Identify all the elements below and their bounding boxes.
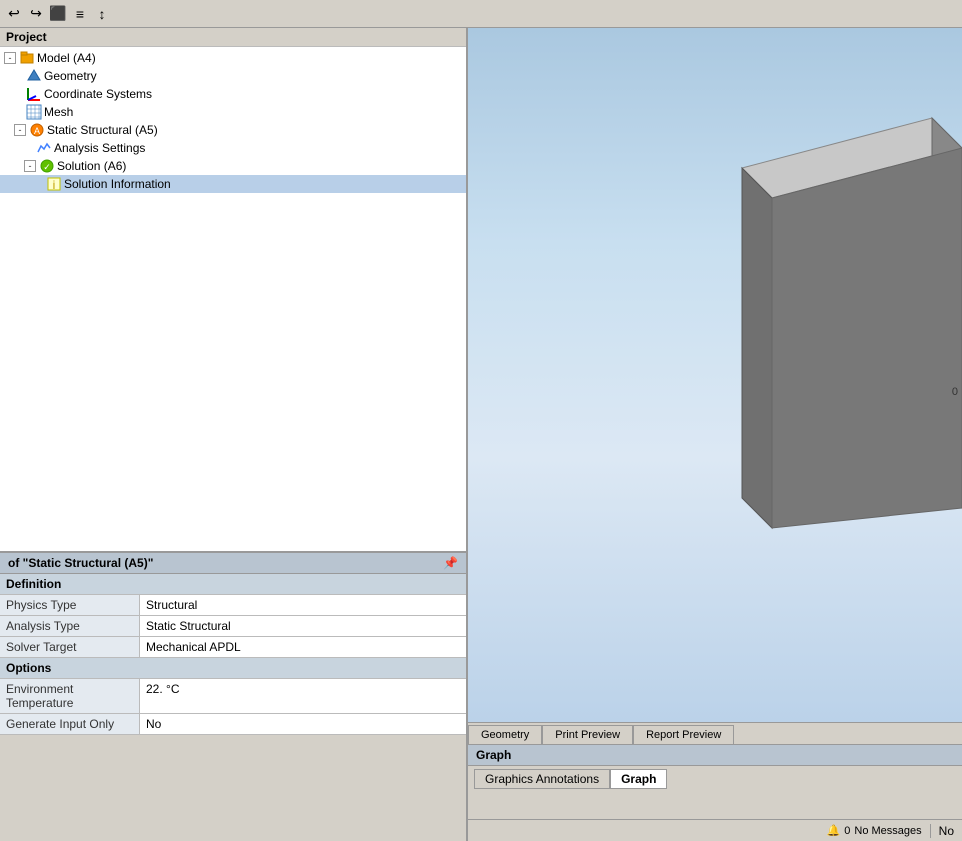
mesh-label: Mesh <box>44 105 73 119</box>
status-bar: 🔔 0 No Messages No <box>468 819 962 841</box>
prop-key-generate-input: Generate Input Only <box>0 714 140 734</box>
tree-item-static-structural[interactable]: - A Static Structural (A5) <box>0 121 466 139</box>
model-label: Model (A4) <box>37 51 96 65</box>
toolbar-icon-3[interactable]: ⬛ <box>48 4 68 24</box>
viewport-tabs: Geometry Print Preview Report Preview <box>468 722 962 744</box>
prop-key-env-temp: Environment Temperature <box>0 679 140 713</box>
prop-row-generate-input: Generate Input Only No <box>0 714 466 735</box>
tab-report-preview[interactable]: Report Preview <box>633 725 734 744</box>
tree-item-solution[interactable]: - ✓ Solution (A6) <box>0 157 466 175</box>
mesh-icon <box>26 104 42 120</box>
prop-val-physics-type: Structural <box>140 595 466 615</box>
toolbar-icon-4[interactable]: ≡ <box>70 4 90 24</box>
messages-label: No Messages <box>854 825 921 837</box>
solution-label: Solution (A6) <box>57 159 126 173</box>
prop-section-options: Options <box>0 658 466 679</box>
3d-viewport[interactable]: 0 Geometry Print Preview Report Preview <box>468 28 962 744</box>
tab-geometry[interactable]: Geometry <box>468 725 542 744</box>
solution-info-icon: i <box>46 176 62 192</box>
prop-val-env-temp: 22. °C <box>140 679 466 713</box>
project-label: Project <box>0 28 466 47</box>
tab-graphics-annotations[interactable]: Graphics Annotations <box>474 769 610 789</box>
prop-val-analysis-type: Static Structural <box>140 616 466 636</box>
tab-print-preview[interactable]: Print Preview <box>542 725 633 744</box>
tree-item-coordinate-systems[interactable]: Coordinate Systems <box>0 85 466 103</box>
prop-section-definition: Definition <box>0 574 466 595</box>
graph-tabs: Graphics Annotations Graph <box>468 766 962 792</box>
svg-text:✓: ✓ <box>43 162 51 172</box>
svg-text:i: i <box>53 178 56 192</box>
model-icon <box>19 50 35 66</box>
prop-key-physics-type: Physics Type <box>0 595 140 615</box>
tree-item-model[interactable]: - Model (A4) <box>0 49 466 67</box>
properties-title-text: of "Static Structural (A5)" <box>8 556 153 570</box>
left-panel: Project - Model (A4) <box>0 28 468 841</box>
prop-row-physics-type: Physics Type Structural <box>0 595 466 616</box>
status-right-label: No <box>939 824 954 838</box>
prop-row-solver-target: Solver Target Mechanical APDL <box>0 637 466 658</box>
prop-row-env-temp: Environment Temperature 22. °C <box>0 679 466 714</box>
svg-text:A: A <box>34 126 40 136</box>
content-area: Project - Model (A4) <box>0 28 962 841</box>
pin-icon[interactable]: 📌 <box>443 556 458 570</box>
coord-indicator: 0 <box>952 386 958 398</box>
solution-information-label: Solution Information <box>64 177 171 191</box>
prop-val-solver-target: Mechanical APDL <box>140 637 466 657</box>
toolbar-icon-5[interactable]: ↕ <box>92 4 112 24</box>
geometry-icon <box>26 68 42 84</box>
geometry-label: Geometry <box>44 69 97 83</box>
expand-model[interactable]: - <box>4 52 16 64</box>
properties-content: Definition Physics Type Structural Analy… <box>0 574 466 735</box>
static-structural-label: Static Structural (A5) <box>47 123 158 137</box>
coordinate-label: Coordinate Systems <box>44 87 152 101</box>
main-container: ↩ ↪ ⬛ ≡ ↕ Project - Model (A4) <box>0 0 962 841</box>
toolbar-icon-1[interactable]: ↩ <box>4 4 24 24</box>
properties-panel: of "Static Structural (A5)" 📌 Definition… <box>0 551 466 841</box>
bell-icon: 🔔 <box>827 824 841 837</box>
prop-key-analysis-type: Analysis Type <box>0 616 140 636</box>
prop-key-solver-target: Solver Target <box>0 637 140 657</box>
tree-item-solution-information[interactable]: i Solution Information <box>0 175 466 193</box>
graph-title: Graph <box>468 745 962 766</box>
analysis-settings-icon <box>36 140 52 156</box>
properties-title: of "Static Structural (A5)" 📌 <box>0 553 466 574</box>
analysis-settings-label: Analysis Settings <box>54 141 145 155</box>
toolbar-icon-2[interactable]: ↪ <box>26 4 46 24</box>
messages-count: 0 <box>844 825 850 837</box>
tree-view: - Model (A4) Geometry <box>0 47 466 551</box>
status-right: 🔔 0 No Messages No <box>819 824 962 838</box>
expand-solution[interactable]: - <box>24 160 36 172</box>
toolbar: ↩ ↪ ⬛ ≡ ↕ <box>0 0 962 28</box>
tab-graph[interactable]: Graph <box>610 769 667 789</box>
coordinate-icon <box>26 86 42 102</box>
graph-section: Graph Graphics Annotations Graph <box>468 744 962 819</box>
solution-icon: ✓ <box>39 158 55 174</box>
tree-item-analysis-settings[interactable]: Analysis Settings <box>0 139 466 157</box>
tree-item-mesh[interactable]: Mesh <box>0 103 466 121</box>
static-structural-icon: A <box>29 122 45 138</box>
prop-val-generate-input: No <box>140 714 466 734</box>
status-divider <box>930 824 931 838</box>
3d-box-svg <box>732 88 962 588</box>
expand-static[interactable]: - <box>14 124 26 136</box>
right-panel: 0 Geometry Print Preview Report Preview <box>468 28 962 841</box>
tree-item-geometry[interactable]: Geometry <box>0 67 466 85</box>
prop-row-analysis-type: Analysis Type Static Structural <box>0 616 466 637</box>
messages-status: 🔔 0 No Messages <box>827 824 922 837</box>
